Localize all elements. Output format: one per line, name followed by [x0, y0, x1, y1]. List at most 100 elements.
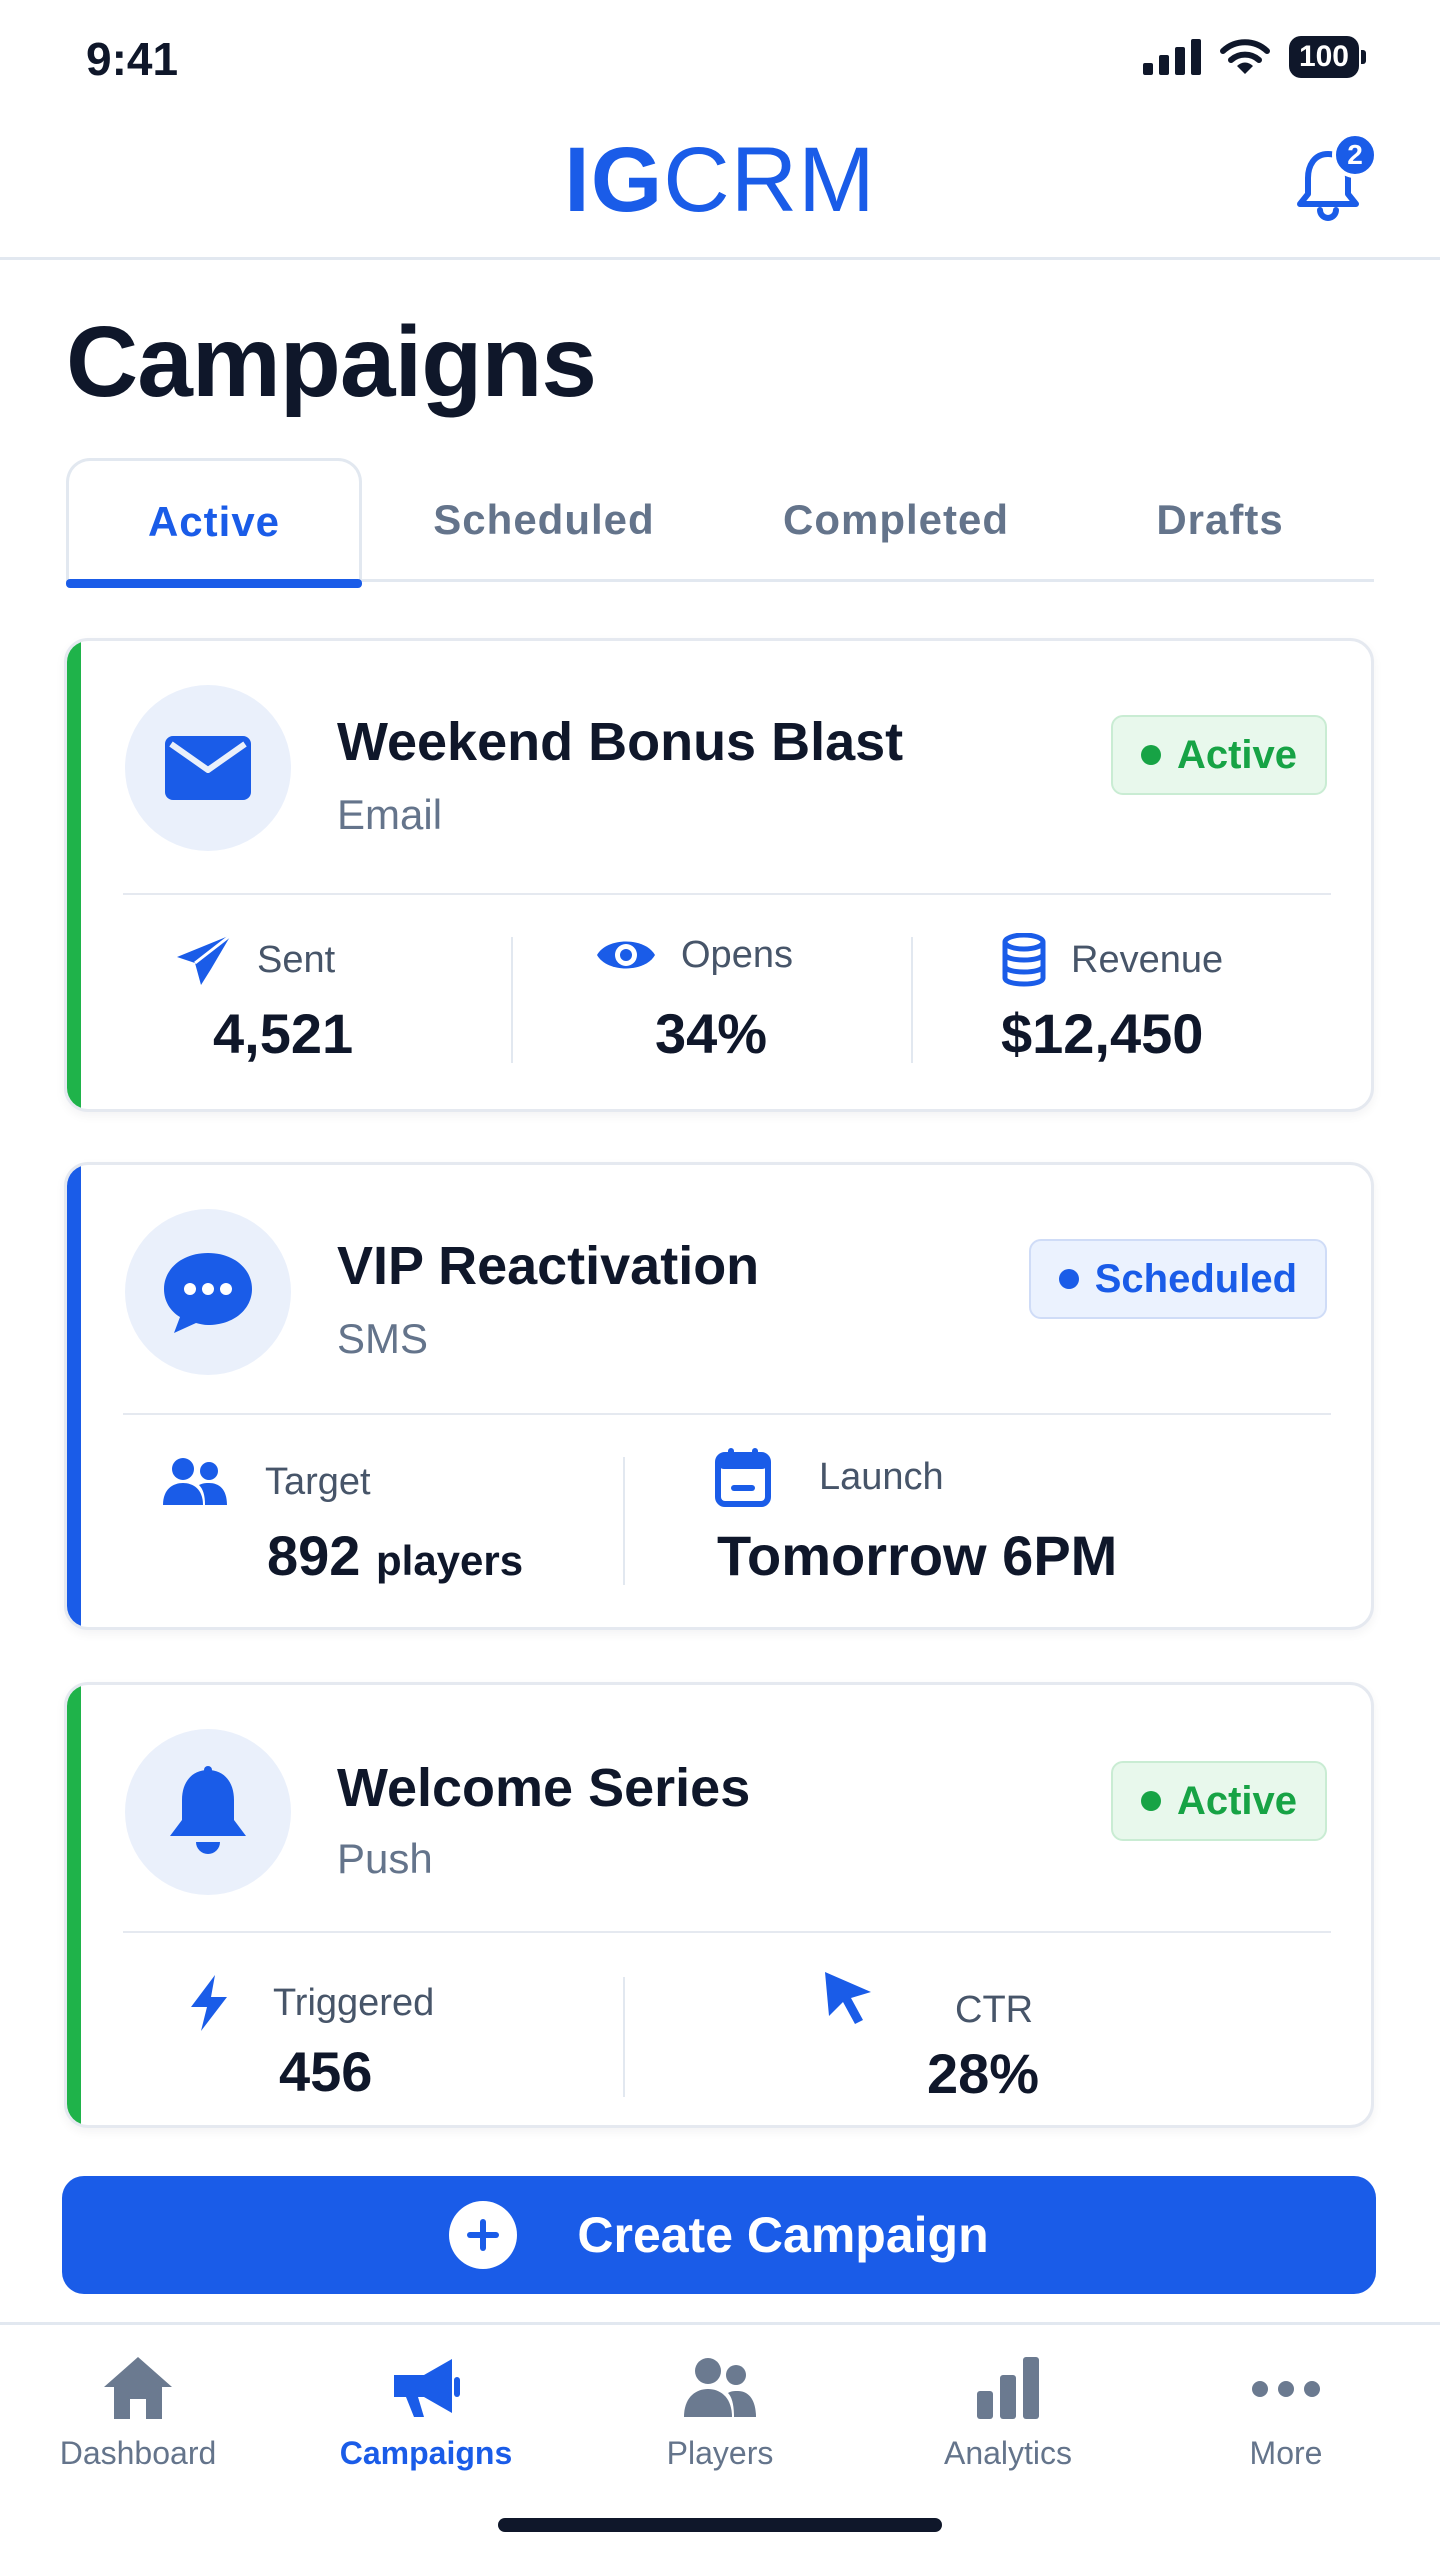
- campaign-channel: Email: [337, 791, 443, 838]
- stat-value: 34%: [655, 1002, 768, 1065]
- logo-light-text: CRM: [663, 129, 876, 231]
- home-indicator: [498, 2518, 942, 2532]
- stat-label: Sent: [257, 938, 336, 981]
- campaign-card-welcome-series[interactable]: Welcome Series Push Active Triggered 456…: [64, 1682, 1374, 2128]
- tab-drafts[interactable]: Drafts: [1066, 458, 1374, 582]
- tab-scheduled[interactable]: Scheduled: [362, 458, 726, 582]
- chat-bubble-icon: [164, 1253, 252, 1333]
- home-icon: [104, 2357, 172, 2419]
- paper-plane-icon: [177, 933, 232, 985]
- wifi-icon: [1219, 39, 1270, 74]
- plus-icon: [467, 2219, 500, 2251]
- card-divider: [123, 1413, 1331, 1415]
- card-divider: [123, 893, 1331, 895]
- stat-ctr-header: CTR: [823, 1963, 1033, 2032]
- card-accent-bar: [67, 641, 81, 1109]
- stat-label: Revenue: [1071, 938, 1224, 981]
- create-campaign-label: Create Campaign: [577, 2207, 989, 2263]
- stat-label: CTR: [955, 1989, 1034, 2031]
- cursor-icon: [825, 1971, 871, 2024]
- campaign-card-vip-reactivation[interactable]: VIP Reactivation SMS Scheduled Target 89…: [64, 1162, 1374, 1630]
- nav-item-more[interactable]: More: [1156, 2355, 1416, 2472]
- nav-item-campaigns[interactable]: Campaigns: [296, 2355, 556, 2472]
- stat-unit: players: [376, 1537, 524, 1584]
- status-time: 9:41: [86, 33, 179, 85]
- stat-triggered-header: Triggered: [189, 1975, 434, 2031]
- notification-count-badge: 2: [1332, 132, 1378, 178]
- card-accent-bar: [67, 1165, 81, 1627]
- bell-icon: [170, 1766, 246, 1854]
- tab-active[interactable]: Active: [66, 458, 362, 588]
- stat-label: Target: [265, 1460, 371, 1503]
- stat-opens-header: Opens: [595, 933, 793, 977]
- card-accent-bar: [67, 1685, 81, 2125]
- battery-level: 100: [1288, 36, 1359, 78]
- battery-tip: [1361, 50, 1366, 64]
- campaign-tabs: Active Scheduled Completed Drafts: [66, 458, 1374, 588]
- bar-chart-icon: [977, 2357, 1039, 2419]
- stat-sent-header: Sent: [175, 933, 335, 987]
- stat-target-header: Target: [161, 1455, 371, 1509]
- stat-value: 4,521: [213, 1002, 354, 1065]
- battery-indicator: 100: [1288, 36, 1366, 78]
- campaign-title: Welcome Series: [337, 1758, 751, 1818]
- stat-revenue-header: Revenue: [1001, 933, 1223, 987]
- campaign-type-icon: [125, 685, 291, 851]
- status-dot: [1140, 745, 1161, 765]
- nav-label: Analytics: [943, 2435, 1073, 2471]
- stat-separator: [511, 937, 513, 1063]
- envelope-icon: [165, 736, 251, 800]
- nav-item-analytics[interactable]: Analytics: [878, 2355, 1138, 2472]
- cellular-signal-icon: [1142, 39, 1201, 75]
- status-dot: [1058, 1269, 1079, 1289]
- stat-value: $12,450: [1001, 1002, 1204, 1065]
- campaign-card-weekend-bonus-blast[interactable]: Weekend Bonus Blast Email Active Sent 4,…: [64, 638, 1374, 1112]
- nav-label: Dashboard: [59, 2435, 217, 2471]
- nav-label: Campaigns: [339, 2435, 513, 2471]
- nav-label: Players: [666, 2435, 774, 2471]
- app-logo: IGCRM: [0, 128, 1440, 233]
- campaign-title: VIP Reactivation: [337, 1236, 760, 1296]
- coins-icon: [1002, 933, 1046, 987]
- stat-value: 892: [267, 1524, 361, 1587]
- status-icons: 100: [1142, 36, 1366, 78]
- more-icon: [1252, 2381, 1320, 2397]
- nav-item-dashboard[interactable]: Dashboard: [8, 2355, 268, 2472]
- campaign-channel: SMS: [337, 1315, 429, 1362]
- stat-value-target: 892 players: [267, 1523, 523, 1588]
- stat-label: Opens: [681, 933, 793, 976]
- stat-value: Tomorrow 6PM: [717, 1524, 1118, 1587]
- lightning-icon: [191, 1975, 227, 2031]
- campaign-title: Weekend Bonus Blast: [337, 712, 904, 772]
- nav-item-players[interactable]: Players: [590, 2355, 850, 2472]
- notifications-button[interactable]: 2: [1288, 132, 1378, 222]
- stat-value: 28%: [927, 2042, 1040, 2105]
- status-badge-label: Scheduled: [1094, 1256, 1297, 1301]
- stat-separator: [623, 1457, 625, 1585]
- stat-value: 456: [279, 2040, 373, 2103]
- campaign-channel: Push: [337, 1835, 433, 1882]
- campaign-type-icon: [125, 1209, 291, 1375]
- tab-completed[interactable]: Completed: [726, 458, 1066, 582]
- stat-launch-header: Launch: [715, 1447, 944, 1507]
- status-bar: 9:41 100: [0, 0, 1440, 110]
- campaign-type-icon: [125, 1729, 291, 1895]
- stat-separator: [623, 1977, 625, 2097]
- status-badge: Active: [1110, 1761, 1327, 1841]
- status-dot: [1140, 1791, 1161, 1811]
- stat-label: Launch: [819, 1455, 944, 1498]
- app-header: IGCRM 2: [0, 110, 1440, 260]
- nav-label: More: [1249, 2435, 1323, 2471]
- status-badge-label: Active: [1176, 1778, 1297, 1823]
- create-campaign-button[interactable]: Create Campaign: [62, 2176, 1376, 2294]
- status-badge: Scheduled: [1028, 1239, 1327, 1319]
- eye-icon: [597, 941, 655, 969]
- stat-label: Triggered: [273, 1981, 435, 2024]
- page-title: Campaigns: [66, 306, 597, 418]
- megaphone-icon: [394, 2359, 460, 2417]
- players-icon: [684, 2358, 756, 2417]
- calendar-icon: [715, 1448, 771, 1507]
- card-divider: [123, 1931, 1331, 1933]
- stat-separator: [911, 937, 913, 1063]
- plus-circle-icon: [449, 2201, 518, 2269]
